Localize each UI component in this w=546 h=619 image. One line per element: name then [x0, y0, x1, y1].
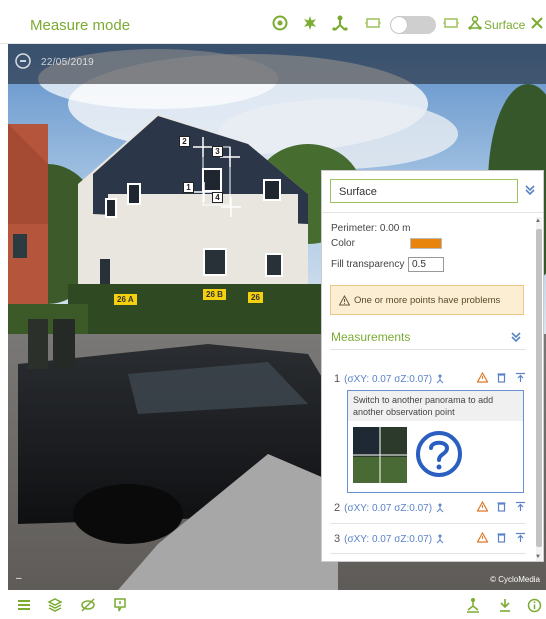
layers-icon[interactable] [47, 597, 63, 613]
delete-icon[interactable] [496, 501, 507, 512]
measurement-row[interactable]: 3 (σXY: 0.07 σZ:0.07) [334, 529, 526, 549]
point-marker[interactable]: 4 [212, 192, 223, 203]
delete-icon[interactable] [496, 372, 507, 383]
scrollbar-thumb[interactable] [536, 229, 542, 547]
info-icon[interactable] [526, 597, 542, 613]
observation-thumbnail[interactable] [353, 427, 407, 483]
measurement-index: 1 [334, 373, 341, 385]
divider [330, 349, 526, 350]
warning-icon[interactable] [477, 501, 488, 512]
divider [322, 212, 543, 213]
point-marker[interactable]: 3 [212, 146, 223, 157]
measurement-row[interactable]: 2 (σXY: 0.07 σZ:0.07) [334, 498, 526, 518]
divider [330, 553, 526, 554]
bottom-toolbar [0, 590, 546, 619]
scroll-up-arrow[interactable]: ▲ [535, 218, 541, 224]
close-icon[interactable] [528, 14, 546, 32]
warning-icon [339, 294, 350, 305]
toggle-knob [391, 17, 407, 33]
surface-icon[interactable] [466, 14, 484, 32]
survey-point-icon[interactable] [331, 14, 349, 32]
delete-icon[interactable] [496, 532, 507, 543]
measurements-title: Measurements [331, 330, 411, 344]
measurement-index: 2 [334, 502, 341, 514]
observation-box: Switch to another panorama to add anothe… [347, 390, 524, 493]
frame-left-icon[interactable] [364, 14, 382, 32]
point-marker[interactable]: 2 [179, 136, 190, 147]
address-sign: 26 A [114, 294, 137, 305]
scroll-down-arrow[interactable]: ▼ [535, 554, 541, 560]
target-icon[interactable] [271, 14, 289, 32]
help-icon[interactable] [414, 429, 464, 479]
warning-icon[interactable] [477, 532, 488, 543]
warning-icon[interactable] [477, 372, 488, 383]
geometry-type-select[interactable]: Surface [330, 179, 518, 203]
star-burst-icon[interactable] [301, 14, 319, 32]
double-chevron-down-icon[interactable] [521, 181, 539, 199]
move-to-top-icon[interactable] [515, 501, 526, 512]
color-label: Color [331, 238, 355, 249]
move-to-top-icon[interactable] [515, 372, 526, 383]
scale-mark: – [16, 573, 22, 584]
warning-text: One or more points have problems [354, 294, 501, 306]
survey-tool-icon[interactable] [465, 597, 481, 613]
survey-point-icon [436, 534, 444, 544]
warning-box: One or more points have problems [330, 285, 524, 315]
measurement-precision: (σXY: 0.07 σZ:0.07) [344, 533, 433, 545]
hide-icon[interactable] [80, 597, 96, 613]
view-toggle[interactable] [390, 16, 436, 34]
fill-transparency-input[interactable] [408, 257, 444, 272]
measurement-precision: (σXY: 0.07 σZ:0.07) [344, 502, 433, 514]
panorama-date: 22/05/2019 [41, 57, 95, 68]
address-sign: 26 [248, 292, 263, 303]
frame-right-icon[interactable] [442, 14, 460, 32]
perimeter-label: Perimeter: 0.00 m [331, 223, 411, 234]
survey-point-icon [436, 374, 444, 384]
divider [330, 523, 526, 524]
menu-icon[interactable] [16, 597, 32, 613]
measurement-precision: (σXY: 0.07 σZ:0.07) [344, 373, 433, 385]
top-toolbar: Measure mode Surface [0, 0, 546, 44]
point-marker[interactable]: 1 [183, 182, 194, 193]
measurement-index: 3 [334, 533, 341, 545]
comment-icon[interactable] [112, 597, 128, 613]
cyclomedia-logo [14, 52, 32, 70]
download-icon[interactable] [497, 597, 513, 613]
fill-transparency-label: Fill transparency [331, 259, 405, 270]
panel-scrollbar[interactable] [536, 217, 542, 561]
double-chevron-down-icon[interactable] [508, 329, 524, 345]
color-swatch[interactable] [410, 238, 442, 249]
mode-title: Measure mode [30, 17, 131, 34]
observation-hint: Switch to another panorama to add anothe… [348, 391, 523, 421]
measurement-row[interactable]: 1 (σXY: 0.07 σZ:0.07) [334, 369, 526, 389]
surface-label[interactable]: Surface [484, 18, 525, 32]
move-to-top-icon[interactable] [515, 532, 526, 543]
copyright-text: © CycloMedia [490, 575, 540, 584]
survey-point-icon [436, 503, 444, 513]
address-sign: 26 B [203, 289, 226, 300]
measurement-panel: Surface Perimeter: 0.00 m Color Fill tra… [321, 170, 544, 562]
